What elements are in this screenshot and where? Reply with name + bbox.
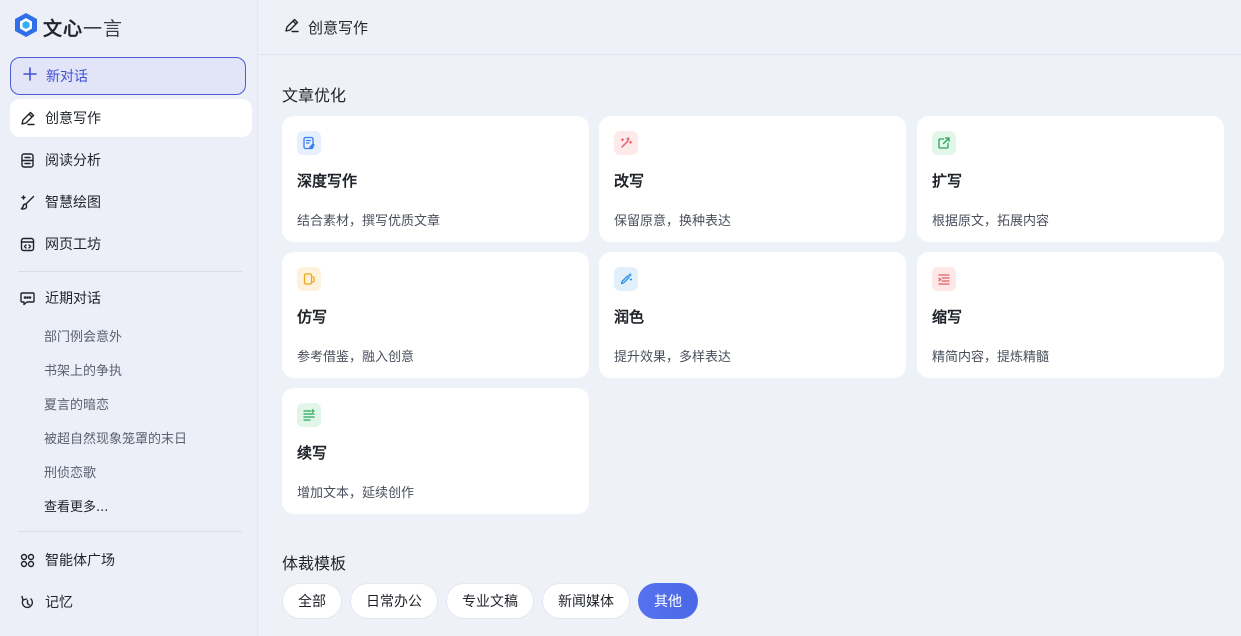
sidebar-item-memory[interactable]: 记忆 xyxy=(10,583,252,621)
document-icon xyxy=(18,151,36,169)
card-desc: 提升效果，多样表达 xyxy=(614,350,732,365)
card-rewrite[interactable]: 改写 保留原意，换种表达 xyxy=(599,116,906,242)
sidebar-item-label: 智能体广场 xyxy=(45,553,115,569)
card-desc: 精简内容，提炼精髓 xyxy=(932,350,1050,365)
template-filter-chips: 全部 日常办公 专业文稿 新闻媒体 其他 xyxy=(282,583,698,619)
card-desc: 根据原文，拓展内容 xyxy=(932,214,1050,229)
sidebar-item-label: 记忆 xyxy=(45,595,73,611)
sidebar-item-label: 阅读分析 xyxy=(45,153,101,169)
plus-icon xyxy=(22,66,38,86)
sidebar-item-creative-writing[interactable]: 创意写作 xyxy=(10,99,252,137)
card-deep-writing[interactable]: 深度写作 结合素材，撰写优质文章 xyxy=(282,116,589,242)
chip-news-media[interactable]: 新闻媒体 xyxy=(542,583,630,619)
code-window-icon xyxy=(18,235,36,253)
sidebar-item-label: 智慧绘图 xyxy=(45,195,101,211)
page-title: 创意写作 xyxy=(308,18,369,37)
sidebar-item-smart-drawing[interactable]: 智慧绘图 xyxy=(10,183,252,221)
recent-chat-item[interactable]: 部门例会意外 xyxy=(44,326,122,345)
card-title: 续写 xyxy=(297,444,328,462)
card-expand[interactable]: 扩写 根据原文，拓展内容 xyxy=(917,116,1224,242)
chip-all[interactable]: 全部 xyxy=(282,583,342,619)
memory-icon xyxy=(18,593,36,611)
chat-bubble-icon xyxy=(18,289,36,307)
recent-chat-item[interactable]: 被超自然现象笼罩的末日 xyxy=(44,428,187,447)
card-title: 缩写 xyxy=(932,308,963,326)
card-desc: 保留原意，换种表达 xyxy=(614,214,732,229)
main-content: 创意写作 文章优化 深度写作 结合素材，撰写优质文章 改写 保留原意，换种表达 … xyxy=(258,0,1241,636)
continue-lines-icon xyxy=(297,403,321,427)
sidebar-divider xyxy=(18,531,242,532)
edit-doc-icon xyxy=(297,131,321,155)
new-chat-button[interactable]: 新对话 xyxy=(10,57,246,95)
card-title: 仿写 xyxy=(297,308,328,326)
sidebar-item-reading-analysis[interactable]: 阅读分析 xyxy=(10,141,252,179)
brush-icon xyxy=(18,193,36,211)
sparkle-pen-icon xyxy=(614,267,638,291)
sidebar-divider xyxy=(18,271,242,272)
chip-other[interactable]: 其他 xyxy=(638,583,698,619)
top-bar: 创意写作 xyxy=(258,0,1241,55)
card-continue[interactable]: 续写 增加文本，延续创作 xyxy=(282,388,589,514)
chip-daily-office[interactable]: 日常办公 xyxy=(350,583,438,619)
recent-chat-item[interactable]: 刑侦恋歌 xyxy=(44,462,96,481)
recent-chats-header: 近期对话 xyxy=(18,288,101,308)
shrink-lines-icon xyxy=(932,267,956,291)
pen-icon xyxy=(18,109,36,127)
card-desc: 参考借鉴，融入创意 xyxy=(297,350,415,365)
logo-icon xyxy=(14,12,38,42)
app-logo[interactable]: 文心一言 xyxy=(14,13,123,41)
card-title: 改写 xyxy=(614,172,645,190)
card-title: 深度写作 xyxy=(297,172,358,190)
copy-icon xyxy=(297,267,321,291)
sidebar-item-agent-square[interactable]: 智能体广场 xyxy=(10,541,252,579)
magic-wand-icon xyxy=(614,131,638,155)
recent-chats-label: 近期对话 xyxy=(45,291,101,307)
recent-chat-item[interactable]: 书架上的争执 xyxy=(44,360,122,379)
pen-icon xyxy=(283,17,300,38)
section-title-genre-templates: 体裁模板 xyxy=(282,554,347,573)
card-polish[interactable]: 润色 提升效果，多样表达 xyxy=(599,252,906,378)
card-abbreviate[interactable]: 缩写 精简内容，提炼精髓 xyxy=(917,252,1224,378)
sidebar-item-web-workshop[interactable]: 网页工坊 xyxy=(10,225,252,263)
sidebar-item-label: 创意写作 xyxy=(45,111,101,127)
view-more-link[interactable]: 查看更多... xyxy=(44,496,108,515)
card-desc: 增加文本，延续创作 xyxy=(297,486,415,501)
sidebar: 文心一言 新对话 创意写作 阅读分析 智慧绘图 网页工坊 近期对话 部门例会意外… xyxy=(0,0,258,636)
chip-professional-docs[interactable]: 专业文稿 xyxy=(446,583,534,619)
card-title: 润色 xyxy=(614,308,645,326)
card-desc: 结合素材，撰写优质文章 xyxy=(297,214,441,229)
card-title: 扩写 xyxy=(932,172,963,190)
sidebar-item-label: 网页工坊 xyxy=(45,237,101,253)
recent-chat-item[interactable]: 夏言的暗恋 xyxy=(44,394,109,413)
new-chat-label: 新对话 xyxy=(46,69,88,85)
expand-icon xyxy=(932,131,956,155)
section-title-article-optimization: 文章优化 xyxy=(282,86,347,105)
logo-text: 文心一言 xyxy=(43,17,124,40)
grid-icon xyxy=(18,551,36,569)
card-imitate[interactable]: 仿写 参考借鉴，融入创意 xyxy=(282,252,589,378)
